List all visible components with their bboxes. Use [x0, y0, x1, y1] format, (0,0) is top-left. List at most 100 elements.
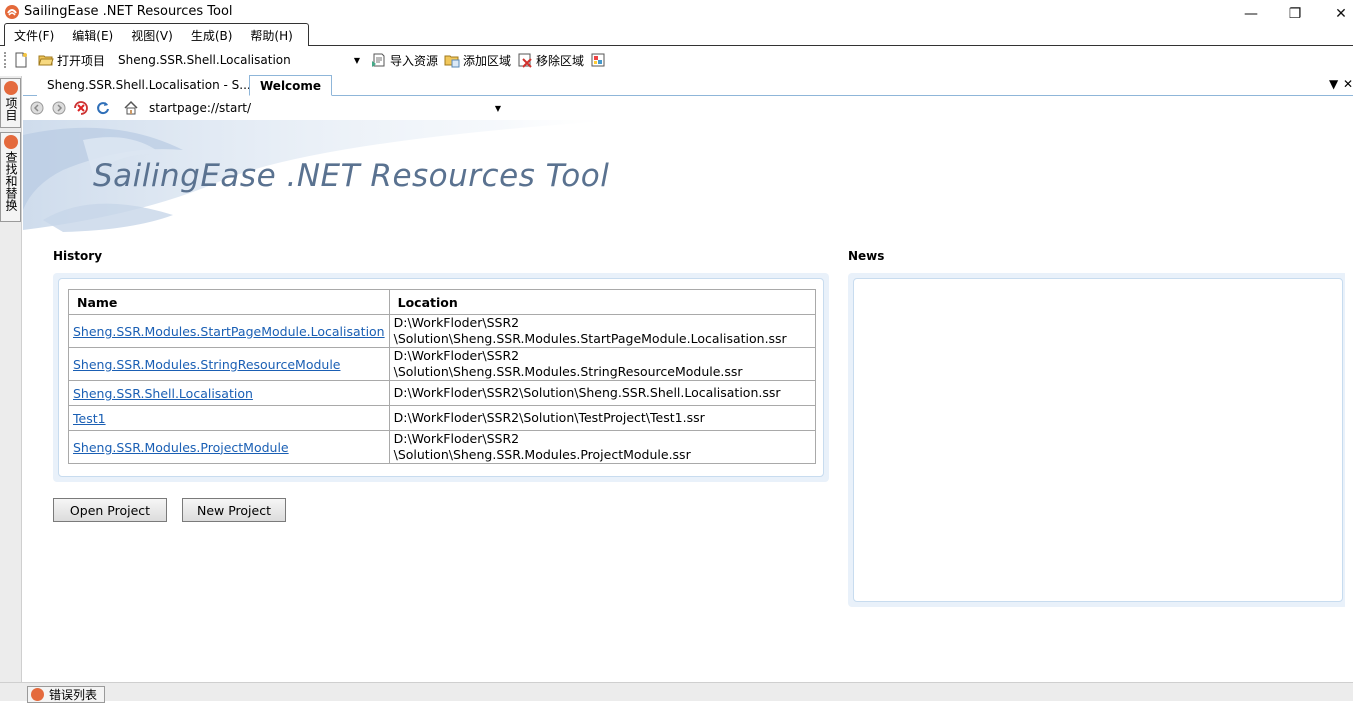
history-name-cell: Sheng.SSR.Modules.StartPageModule.Locali… — [68, 314, 390, 348]
history-location-cell: D:\WorkFloder\SSR2 \Solution\Sheng.SSR.Mo… — [388, 314, 816, 348]
import-resource-label: 导入资源 — [390, 53, 439, 68]
dock-tab-project-label: 项目 — [4, 97, 18, 121]
address-input[interactable]: startpage://start/ ▼ — [145, 98, 505, 118]
content-scrollbar[interactable] — [1345, 120, 1353, 682]
table-row: Sheng.SSR.Shell.Localisation D:\WorkFlod… — [68, 380, 816, 406]
history-location-cell: D:\WorkFloder\SSR2 \Solution\Sheng.SSR.Mo… — [388, 347, 816, 381]
news-panel-inner — [853, 278, 1343, 602]
new-button[interactable] — [10, 49, 35, 71]
start-page: SailingEase .NET Resources Tool History … — [23, 120, 1350, 682]
menu-strip: 文件(F) 编辑(E) 视图(V) 生成(B) 帮助(H) — [4, 23, 309, 46]
history-name-cell: Sheng.SSR.Modules.ProjectModule — [68, 430, 390, 464]
table-row: Sheng.SSR.Modules.StringResourceModule D… — [68, 347, 816, 381]
location-line: D:\WorkFloder\SSR2 — [393, 348, 520, 363]
open-project-label: 打开项目 — [57, 53, 106, 68]
dock-tab-error-list[interactable]: 错误列表 — [27, 686, 105, 703]
app-logo-icon — [5, 5, 19, 19]
error-list-label: 错误列表 — [49, 688, 98, 702]
dock-tab-project[interactable]: 项目 — [0, 78, 21, 128]
tab-shell-localisation[interactable]: Sheng.SSR.Shell.Localisation - S... — [37, 75, 261, 96]
find-replace-icon — [3, 135, 18, 149]
menu-file[interactable]: 文件(F) — [5, 27, 63, 44]
history-project-link[interactable]: Sheng.SSR.Modules.StringResourceModule — [73, 357, 340, 372]
tab-list-dropdown-icon[interactable]: ▼ — [1329, 77, 1338, 91]
close-tab-icon[interactable]: ✕ — [1343, 77, 1353, 91]
bottom-dock-strip: 错误列表 — [0, 682, 1353, 703]
history-project-link[interactable]: Sheng.SSR.Modules.StartPageModule.Locali… — [73, 324, 385, 339]
history-project-link[interactable]: Sheng.SSR.Modules.ProjectModule — [73, 440, 289, 455]
start-page-banner: SailingEase .NET Resources Tool — [23, 120, 723, 235]
remove-region-button[interactable]: 移除区域 — [514, 49, 587, 71]
table-row: Test1 D:\WorkFloder\SSR2\Solution\TestPr… — [68, 405, 816, 431]
toolbar: 打开项目 Sheng.SSR.Shell.Localisation ▼ 导入资源… — [0, 47, 1353, 73]
history-name-cell: Sheng.SSR.Modules.StringResourceModule — [68, 347, 390, 381]
forward-arrow-icon — [52, 101, 66, 115]
new-file-icon — [15, 52, 27, 68]
history-project-link[interactable]: Sheng.SSR.Shell.Localisation — [73, 386, 253, 401]
back-arrow-icon — [30, 101, 44, 115]
history-project-link[interactable]: Test1 — [73, 411, 106, 426]
location-line: D:\WorkFloder\SSR2 — [393, 315, 520, 330]
project-icon — [3, 81, 18, 95]
menu-bar: 文件(F) 编辑(E) 视图(V) 生成(B) 帮助(H) — [0, 22, 1353, 46]
menu-view[interactable]: 视图(V) — [122, 27, 182, 44]
history-location-cell: D:\WorkFloder\SSR2 \Solution\Sheng.SSR.Mo… — [388, 430, 816, 464]
menu-help[interactable]: 帮助(H) — [241, 27, 301, 44]
location-line: \Solution\Sheng.SSR.Modules.StartPageMod… — [393, 331, 787, 346]
forward-button[interactable] — [51, 100, 67, 116]
location-line: D:\WorkFloder\SSR2\Solution\Sheng.SSR.Sh… — [393, 385, 781, 400]
address-dropdown-icon[interactable]: ▼ — [495, 104, 501, 113]
news-label: News — [848, 249, 885, 263]
home-button[interactable] — [123, 100, 139, 116]
address-bar: startpage://start/ ▼ — [23, 97, 1353, 119]
history-table-header: Name Location — [68, 289, 816, 315]
table-row: Sheng.SSR.Modules.StartPageModule.Locali… — [68, 314, 816, 348]
news-panel — [848, 273, 1348, 607]
open-folder-icon — [38, 55, 54, 66]
tab-welcome[interactable]: Welcome — [249, 75, 333, 96]
column-header-name: Name — [68, 289, 390, 315]
remove-region-label: 移除区域 — [536, 53, 585, 68]
banner-title: SailingEase .NET Resources Tool — [93, 158, 610, 194]
minimize-icon: — — [1244, 6, 1258, 22]
refresh-button[interactable] — [95, 100, 111, 116]
properties-button[interactable] — [587, 49, 612, 71]
dock-tab-find-label: 查找和替换 — [4, 151, 18, 211]
stop-button[interactable] — [73, 100, 89, 116]
chevron-down-icon: ▼ — [353, 55, 361, 65]
address-url: startpage://start/ — [149, 101, 252, 115]
location-line: \Solution\Sheng.SSR.Modules.ProjectModul… — [393, 447, 691, 462]
properties-icon — [591, 53, 605, 67]
new-project-button[interactable]: New Project — [182, 498, 286, 522]
title-bar: SailingEase .NET Resources Tool — ❐ ✕ — [0, 0, 1353, 24]
history-table: Name Location Sheng.SSR.Modules.StartPag… — [68, 289, 816, 464]
history-name-cell: Sheng.SSR.Shell.Localisation — [68, 380, 390, 406]
menu-edit[interactable]: 编辑(E) — [63, 27, 122, 44]
close-icon: ✕ — [1335, 6, 1347, 22]
open-project-button[interactable]: 打开项目 — [35, 49, 108, 71]
remove-region-icon — [518, 53, 532, 68]
project-combo[interactable]: Sheng.SSR.Shell.Localisation ▼ — [114, 50, 364, 70]
history-label: History — [53, 249, 103, 263]
add-region-button[interactable]: 添加区域 — [441, 49, 514, 71]
dock-tab-find-replace[interactable]: 查找和替换 — [0, 132, 21, 222]
location-line: D:\WorkFloder\SSR2\Solution\TestProject\… — [393, 410, 705, 425]
location-line: \Solution\Sheng.SSR.Modules.StringResour… — [393, 364, 743, 379]
import-icon — [372, 53, 385, 67]
refresh-icon — [97, 102, 109, 115]
history-name-cell: Test1 — [68, 405, 390, 431]
window-title: SailingEase .NET Resources Tool — [24, 4, 233, 19]
import-resource-button[interactable]: 导入资源 — [368, 49, 441, 71]
history-location-cell: D:\WorkFloder\SSR2\Solution\TestProject\… — [388, 405, 816, 431]
home-icon — [124, 100, 138, 115]
column-header-location: Location — [388, 289, 816, 315]
menu-build[interactable]: 生成(B) — [182, 27, 242, 44]
location-line: D:\WorkFloder\SSR2 — [393, 431, 520, 446]
open-project-start-button[interactable]: Open Project — [53, 498, 167, 522]
error-list-icon — [31, 688, 44, 701]
stop-icon — [74, 101, 88, 115]
left-dock-strip: 项目 查找和替换 — [0, 76, 22, 682]
add-region-label: 添加区域 — [463, 53, 512, 68]
back-button[interactable] — [29, 100, 45, 116]
document-tab-strip: Sheng.SSR.Shell.Localisation - S... Welc… — [23, 73, 1353, 96]
